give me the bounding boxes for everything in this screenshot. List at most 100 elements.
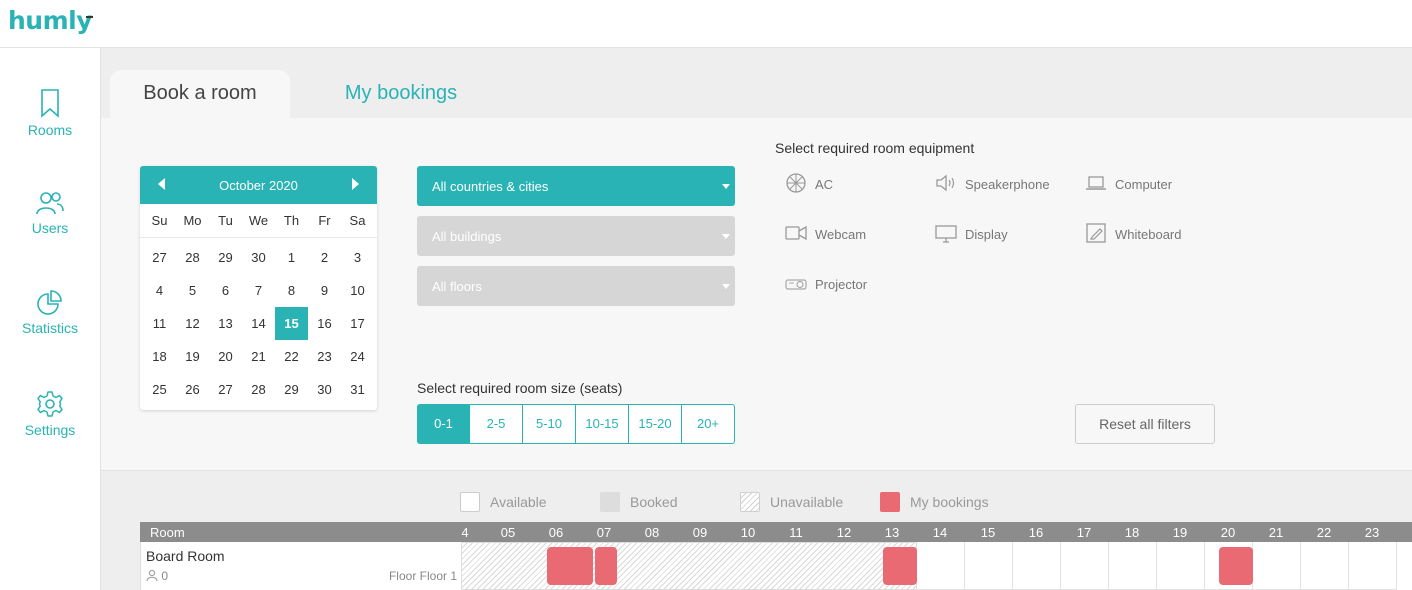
- chevron-down-icon: [722, 184, 730, 189]
- location-dropdown[interactable]: All countries & cities: [417, 166, 735, 206]
- room-size-label: Select required room size (seats): [417, 380, 623, 396]
- time-slot[interactable]: [965, 542, 1013, 590]
- seat-size-button[interactable]: 5-10: [523, 404, 576, 444]
- sidebar-item-settings[interactable]: Settings: [0, 390, 100, 460]
- my-booking-block[interactable]: [1219, 547, 1253, 585]
- equipment-label: Display: [965, 227, 1008, 242]
- calendar-day[interactable]: 8: [275, 274, 308, 307]
- calendar-day[interactable]: 25: [143, 373, 176, 406]
- hour-label: 10: [740, 525, 756, 540]
- calendar-day[interactable]: 29: [209, 241, 242, 274]
- weekday-label: We: [248, 213, 269, 228]
- hour-label: 12: [836, 525, 852, 540]
- room-size-selector: 0-1 2-5 5-10 10-15 15-20 20+: [417, 404, 735, 444]
- next-month-icon[interactable]: [352, 178, 359, 190]
- my-booking-block[interactable]: [883, 547, 917, 585]
- time-slot[interactable]: [1349, 542, 1397, 590]
- speaker-icon: [936, 174, 955, 192]
- booked-swatch: [600, 492, 620, 512]
- floors-dropdown[interactable]: All floors: [417, 266, 735, 306]
- display-icon: [935, 225, 957, 243]
- hour-label: 13: [884, 525, 900, 540]
- calendar-day[interactable]: 9: [308, 274, 341, 307]
- time-slot[interactable]: [917, 542, 965, 590]
- main-area: Book a room My bookings October 2020 Su M…: [101, 48, 1412, 590]
- calendar-day[interactable]: 27: [143, 241, 176, 274]
- hour-label: 16: [1028, 525, 1044, 540]
- calendar-day[interactable]: 5: [176, 274, 209, 307]
- sidebar-item-users[interactable]: Users: [0, 190, 100, 260]
- calendar-day[interactable]: 15: [275, 307, 308, 340]
- time-slot[interactable]: [1013, 542, 1061, 590]
- calendar-day[interactable]: 26: [176, 373, 209, 406]
- buildings-dropdown[interactable]: All buildings: [417, 216, 735, 256]
- room-row: Board Room 0 Floor Floor 1: [140, 542, 1412, 590]
- calendar-day[interactable]: 3: [341, 241, 374, 274]
- time-slot[interactable]: [1157, 542, 1205, 590]
- calendar-day[interactable]: 10: [341, 274, 374, 307]
- my-booking-block[interactable]: [547, 547, 593, 585]
- calendar-day[interactable]: 14: [242, 307, 275, 340]
- tab-book-a-room[interactable]: Book a room: [110, 70, 290, 118]
- calendar-day[interactable]: 1: [275, 241, 308, 274]
- hour-label: 22: [1316, 525, 1332, 540]
- calendar-day[interactable]: 11: [143, 307, 176, 340]
- sidebar-item-label: Settings: [24, 422, 76, 438]
- calendar-day[interactable]: 18: [143, 340, 176, 373]
- projector-icon: [785, 279, 807, 290]
- my-booking-block[interactable]: [595, 547, 617, 585]
- hour-label: 19: [1172, 525, 1188, 540]
- time-slot[interactable]: [1061, 542, 1109, 590]
- sidebar-item-statistics[interactable]: Statistics: [0, 290, 100, 360]
- sidebar: Rooms Users Statistics Settings: [0, 48, 101, 590]
- hour-label: 15: [980, 525, 996, 540]
- calendar-day[interactable]: 2: [308, 241, 341, 274]
- calendar-day[interactable]: 22: [275, 340, 308, 373]
- users-icon: [36, 192, 64, 215]
- legend-label: Unavailable: [770, 494, 844, 510]
- time-slot[interactable]: [1253, 542, 1301, 590]
- room-name[interactable]: Board Room: [146, 548, 225, 564]
- humly-logo[interactable]: humly: [8, 6, 93, 35]
- calendar-day[interactable]: 30: [308, 373, 341, 406]
- seat-size-button[interactable]: 0-1: [417, 404, 470, 444]
- equipment-title: Select required room equipment: [775, 140, 975, 156]
- calendar-day[interactable]: 28: [242, 373, 275, 406]
- hour-label: 17: [1076, 525, 1092, 540]
- calendar-day[interactable]: 28: [176, 241, 209, 274]
- calendar-day[interactable]: 29: [275, 373, 308, 406]
- calendar-day[interactable]: 17: [341, 307, 374, 340]
- seat-size-button[interactable]: 2-5: [470, 404, 523, 444]
- calendar-day[interactable]: 4: [143, 274, 176, 307]
- tab-my-bookings[interactable]: My bookings: [321, 70, 481, 118]
- bookmark-icon: [41, 89, 59, 118]
- calendar-day[interactable]: 31: [341, 373, 374, 406]
- calendar-day[interactable]: 23: [308, 340, 341, 373]
- floors-value: All floors: [432, 279, 482, 294]
- equipment-label: Computer: [1115, 177, 1173, 192]
- calendar-day[interactable]: 20: [209, 340, 242, 373]
- seat-size-button[interactable]: 15-20: [629, 404, 682, 444]
- calendar-day[interactable]: 12: [176, 307, 209, 340]
- equipment-label: Whiteboard: [1115, 227, 1182, 242]
- sidebar-item-label: Rooms: [27, 122, 73, 138]
- calendar-day[interactable]: 27: [209, 373, 242, 406]
- calendar-day[interactable]: 6: [209, 274, 242, 307]
- time-slot[interactable]: [1109, 542, 1157, 590]
- calendar-day[interactable]: 30: [242, 241, 275, 274]
- legend-label: My bookings: [910, 494, 989, 510]
- calendar-day[interactable]: 13: [209, 307, 242, 340]
- calendar-day[interactable]: 16: [308, 307, 341, 340]
- hour-label: 4: [461, 525, 469, 540]
- calendar-day[interactable]: 21: [242, 340, 275, 373]
- calendar-day[interactable]: 24: [341, 340, 374, 373]
- reset-filters-button[interactable]: Reset all filters: [1075, 404, 1215, 444]
- seat-size-button[interactable]: 10-15: [576, 404, 629, 444]
- hour-label: 18: [1124, 525, 1140, 540]
- timeline-header: Room 4 05 06 07 08 09 10 11 12 13 14 15 16 17 18 19 20 21…: [140, 522, 1412, 542]
- seat-size-button[interactable]: 20+: [682, 404, 735, 444]
- sidebar-item-rooms[interactable]: Rooms: [0, 88, 100, 158]
- calendar-day[interactable]: 7: [242, 274, 275, 307]
- calendar-day[interactable]: 19: [176, 340, 209, 373]
- time-slot[interactable]: [1301, 542, 1349, 590]
